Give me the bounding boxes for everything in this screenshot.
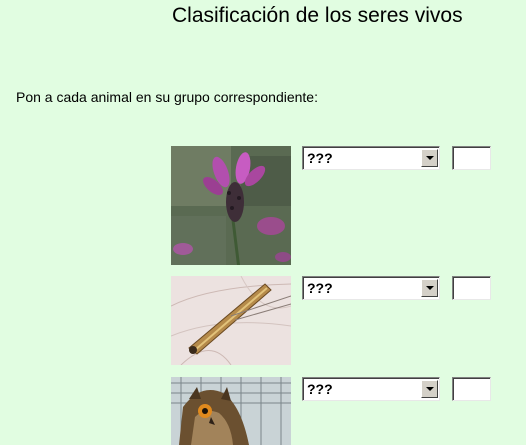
group-select-value: ??? (307, 150, 333, 166)
answer-field[interactable] (452, 377, 491, 401)
group-select[interactable]: ??? (302, 377, 440, 401)
larva-microscope-photo (171, 276, 291, 365)
answer-field[interactable] (452, 146, 491, 170)
owl-photo (171, 377, 291, 445)
classification-row: ??? (0, 146, 526, 266)
lavender-flower-photo (171, 146, 291, 265)
dropdown-arrow-icon[interactable] (421, 149, 438, 167)
dropdown-arrow-icon[interactable] (421, 380, 438, 398)
dropdown-arrow-icon[interactable] (421, 279, 438, 297)
classification-row: ??? (0, 377, 526, 445)
group-select[interactable]: ??? (302, 146, 440, 170)
classification-row: ??? (0, 276, 526, 366)
instruction-text: Pon a cada animal en su grupo correspond… (16, 89, 318, 105)
group-select-value: ??? (307, 280, 333, 296)
group-select[interactable]: ??? (302, 276, 440, 300)
page-title: Clasificación de los seres vivos (172, 4, 463, 27)
answer-field[interactable] (452, 276, 491, 300)
group-select-value: ??? (307, 381, 333, 397)
